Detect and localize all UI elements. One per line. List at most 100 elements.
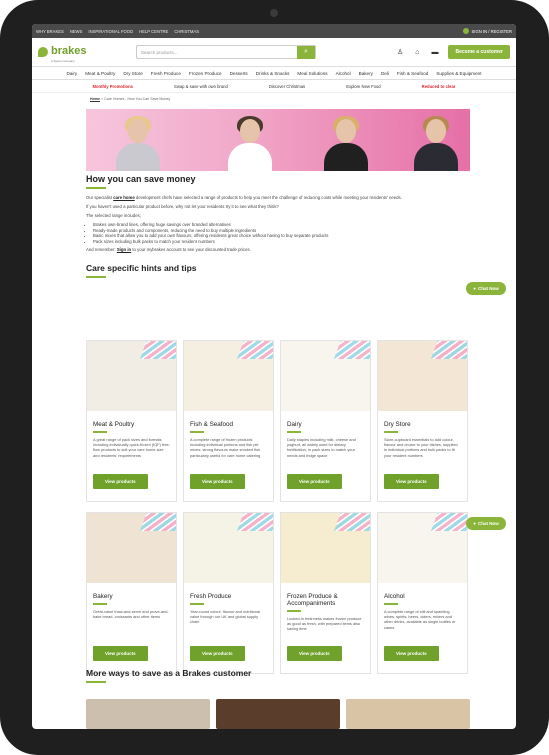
- signin-paragraph: And remember: Sign in to your mybrakes a…: [86, 247, 251, 253]
- list-item: Pack sizes including bulk packs to match…: [93, 239, 470, 245]
- view-products-button[interactable]: View products: [93, 646, 148, 661]
- range-list: Brakes own-brand lines, offering huge sa…: [86, 222, 470, 244]
- header-icons: ♙ ⌂ ▬: [397, 48, 439, 57]
- card-fresh-produce: Fresh Produce Year-round colour, flavour…: [183, 512, 274, 674]
- topbar-link-christmas[interactable]: CHRISTMAS: [174, 29, 199, 34]
- card-meat-poultry: Meat & Poultry A great range of pack siz…: [86, 340, 177, 502]
- category-deli[interactable]: Deli: [381, 71, 389, 76]
- card-title: Bakery: [93, 593, 113, 600]
- card-frozen-produce: Frozen Produce & Accompaniments Locked-i…: [280, 512, 371, 674]
- search-input[interactable]: Search products...: [137, 50, 297, 55]
- sign-in-link[interactable]: Sign in: [117, 247, 131, 252]
- promo-explore-new-food[interactable]: Explore New Food: [346, 84, 380, 89]
- chat-now-button[interactable]: ● Chat Now: [466, 282, 506, 295]
- frozen-produce-image: [281, 513, 370, 583]
- promo-discover-christmas[interactable]: Discover Christmas: [269, 84, 305, 89]
- chef-photo-3: [322, 115, 370, 171]
- category-cards-row-1: Meat & Poultry A great range of pack siz…: [86, 340, 470, 502]
- topbar-link-why-brakes[interactable]: WHY BRAKES: [36, 29, 64, 34]
- breadcrumb-home[interactable]: Home: [90, 97, 100, 101]
- delivery-truck-icon[interactable]: ▬: [431, 49, 438, 56]
- category-cards-row-2: Bakery Great-value thaw-and-serve and pr…: [86, 512, 470, 674]
- promo-monthly-promotions[interactable]: Monthly Promotions: [93, 84, 133, 89]
- alcohol-image: [378, 513, 467, 583]
- range-intro: The selected range includes;: [86, 213, 141, 218]
- meat-poultry-image: [87, 341, 176, 411]
- account-icon[interactable]: ♙: [397, 48, 403, 56]
- chat-now-button-2[interactable]: ● Chat Now: [466, 517, 506, 530]
- chat-bubble-icon: ●: [473, 286, 476, 291]
- dry-store-image: [378, 341, 467, 411]
- fish-seafood-image: [184, 341, 273, 411]
- view-products-button[interactable]: View products: [190, 646, 245, 661]
- card-description: A great range of pack sizes and formats …: [93, 436, 170, 458]
- card-title: Meat & Poultry: [93, 421, 135, 428]
- promo-bar: Monthly Promotions Swap & save with own …: [32, 80, 516, 93]
- category-bakery[interactable]: Bakery: [359, 71, 373, 76]
- more-ways-heading: More ways to save as a Brakes customer: [86, 668, 252, 678]
- card-title: Alcohol: [384, 593, 405, 600]
- dairy-image: [281, 341, 370, 411]
- card-bakery: Bakery Great-value thaw-and-serve and pr…: [86, 512, 177, 674]
- view-products-button[interactable]: View products: [190, 474, 245, 489]
- card-title: Dry Store: [384, 421, 411, 428]
- category-desserts[interactable]: Desserts: [230, 71, 248, 76]
- site-header: brakes a Sysco company Search products..…: [32, 38, 516, 66]
- card-title: Fresh Produce: [190, 593, 232, 600]
- card-description: Daily staples including milk, cheese and…: [287, 436, 356, 458]
- more-ways-images: [86, 699, 470, 729]
- category-fish-seafood[interactable]: Fish & Seafood: [397, 71, 428, 76]
- card-alcohol: Alcohol A complete range of still and sp…: [377, 512, 468, 674]
- search-button[interactable]: ⌕: [297, 45, 315, 59]
- view-products-button[interactable]: View products: [384, 474, 439, 489]
- card-dry-store: Dry Store Store-cupboard essentials to a…: [377, 340, 468, 502]
- promo-swap-save[interactable]: Swap & save with own brand: [174, 84, 228, 89]
- signin-link[interactable]: SIGN IN / REGISTER: [462, 28, 513, 34]
- chef-photo-4: [412, 115, 460, 171]
- search-box: Search products... ⌕: [136, 45, 316, 59]
- hints-underline: [86, 276, 106, 279]
- category-alcohol[interactable]: Alcohol: [336, 71, 351, 76]
- view-products-button[interactable]: View products: [287, 646, 342, 661]
- topbar-link-news[interactable]: NEWS: [70, 29, 83, 34]
- breadcrumb-current: > Care Homes - How You Can Save Money: [100, 97, 171, 101]
- hero-banner: [86, 109, 470, 171]
- topbar-link-inspirational-food[interactable]: INSPIRATIONAL FOOD: [88, 29, 133, 34]
- more-ways-underline: [86, 681, 106, 683]
- view-products-button[interactable]: View products: [287, 474, 342, 489]
- category-dairy[interactable]: Dairy: [66, 71, 77, 76]
- hints-heading: Care specific hints and tips: [86, 263, 197, 274]
- view-products-button[interactable]: View products: [384, 646, 439, 661]
- logo-subtitle: a Sysco company: [51, 59, 75, 63]
- promo-reduced-to-clear[interactable]: Reduced to clear: [422, 84, 456, 89]
- more-ways-image-3[interactable]: [346, 699, 470, 729]
- become-customer-button[interactable]: Become a customer: [448, 45, 510, 59]
- logo-wordmark: brakes: [51, 45, 87, 57]
- category-supplies-equipment[interactable]: Supplies & Equipment: [436, 71, 481, 76]
- chef-photo-2: [226, 115, 274, 171]
- category-drinks-snacks[interactable]: Drinks & Snacks: [256, 71, 290, 76]
- category-frozen-produce[interactable]: Frozen Produce: [189, 71, 222, 76]
- brakes-logo[interactable]: brakes a Sysco company: [38, 41, 108, 63]
- browser-viewport: WHY BRAKES NEWS INSPIRATIONAL FOOD HELP …: [32, 24, 516, 729]
- signin-label: SIGN IN / REGISTER: [471, 28, 513, 34]
- topbar-link-help-centre[interactable]: HELP CENTRE: [139, 29, 168, 34]
- main-content: How you can save money Our specialist ca…: [86, 174, 470, 284]
- basket-icon[interactable]: ⌂: [415, 49, 419, 56]
- category-fresh-produce[interactable]: Fresh Produce: [151, 71, 181, 76]
- card-title: Frozen Produce & Accompaniments: [287, 593, 338, 607]
- card-description: A complete range of frozen products incl…: [190, 436, 261, 458]
- care-home-link[interactable]: care home: [113, 195, 135, 200]
- card-title: Dairy: [287, 421, 302, 428]
- category-meal-solutions[interactable]: Meal Solutions: [297, 71, 327, 76]
- category-dry-store[interactable]: Dry Store: [123, 71, 142, 76]
- intro-paragraph: Our specialist care home development che…: [86, 195, 402, 200]
- try-paragraph: If you haven't used a particular product…: [86, 204, 279, 209]
- top-utility-bar: WHY BRAKES NEWS INSPIRATIONAL FOOD HELP …: [32, 24, 516, 38]
- chat-bubble-icon: ●: [473, 521, 476, 526]
- breadcrumb: Home > Care Homes - How You Can Save Mon…: [90, 97, 516, 101]
- more-ways-image-2[interactable]: [216, 699, 340, 729]
- category-meat-poultry[interactable]: Meat & Poultry: [85, 71, 115, 76]
- more-ways-image-1[interactable]: [86, 699, 210, 729]
- view-products-button[interactable]: View products: [93, 474, 148, 489]
